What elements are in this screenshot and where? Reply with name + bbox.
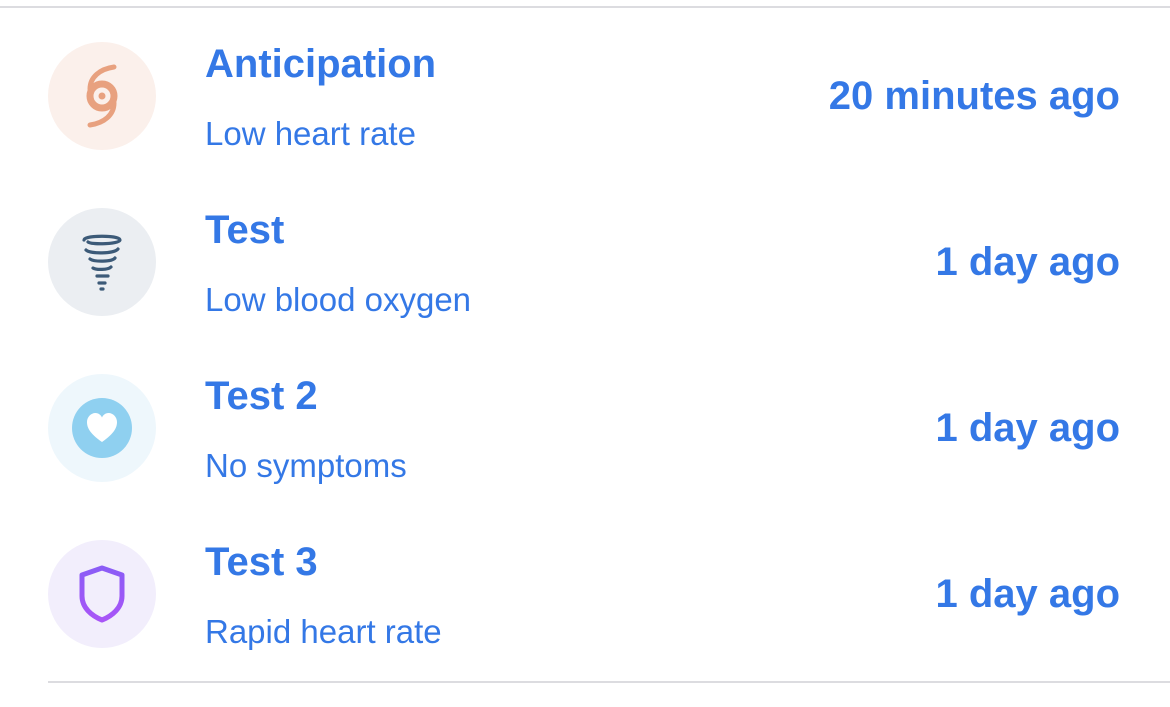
entry-avatar: [48, 208, 156, 316]
entry-title: Test 3: [205, 540, 318, 584]
entry-title: Test: [205, 208, 285, 252]
bottom-divider: [48, 681, 1170, 683]
shield-icon: [76, 564, 128, 624]
entry-time: 1 day ago: [935, 406, 1120, 450]
entry-subtitle: Rapid heart rate: [205, 613, 442, 650]
entry-time: 1 day ago: [935, 240, 1120, 284]
entry-avatar: [48, 42, 156, 150]
entry-title: Anticipation: [205, 42, 437, 86]
entry-list: Anticipation Low heart rate 20 minutes a…: [0, 14, 1170, 678]
list-item[interactable]: Test 2 No symptoms 1 day ago: [0, 346, 1170, 512]
entry-subtitle: Low blood oxygen: [205, 281, 472, 318]
entry-subtitle: No symptoms: [205, 447, 407, 484]
list-item[interactable]: Anticipation Low heart rate 20 minutes a…: [0, 14, 1170, 180]
hurricane-icon: [78, 63, 126, 129]
entry-avatar: [48, 540, 156, 648]
list-item[interactable]: Test Low blood oxygen 1 day ago: [0, 180, 1170, 346]
entry-avatar: [48, 374, 156, 482]
top-divider: [0, 6, 1170, 8]
list-item[interactable]: Test 3 Rapid heart rate 1 day ago: [0, 512, 1170, 678]
heart-icon: [71, 397, 133, 459]
entry-subtitle: Low heart rate: [205, 115, 416, 152]
entry-time: 20 minutes ago: [828, 74, 1120, 118]
tornado-icon: [78, 232, 126, 292]
entry-time: 1 day ago: [935, 572, 1120, 616]
entry-title: Test 2: [205, 374, 318, 418]
